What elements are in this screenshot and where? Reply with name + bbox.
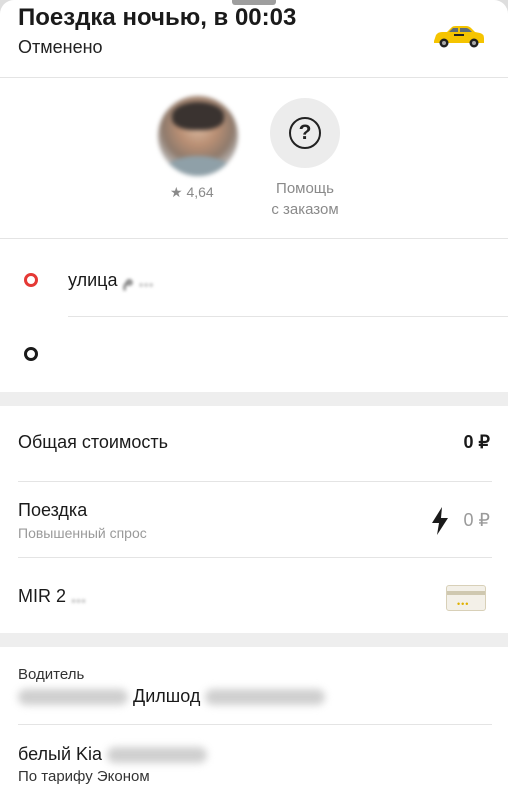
header: Поездка ночью, в 00:03 Отменено <box>0 0 508 78</box>
lightning-icon <box>432 507 448 535</box>
driver-rating: ★ 4,64 <box>170 184 214 201</box>
trip-cost-value: 0 ₽ <box>463 510 490 530</box>
total-cost-value: 0 ₽ <box>463 432 490 452</box>
question-icon: ? <box>289 117 321 149</box>
driver-name: Дилшод <box>18 686 326 707</box>
divider <box>18 557 492 558</box>
rating-value: 4,64 <box>186 184 214 200</box>
star-icon: ★ <box>170 184 183 200</box>
section-gap <box>0 392 508 406</box>
help-with-order-button[interactable]: ? <box>270 98 340 168</box>
divider <box>18 481 492 482</box>
route-origin[interactable]: улица م ... <box>68 270 154 291</box>
destination-dot-icon <box>24 347 38 361</box>
order-status: Отменено <box>18 37 103 57</box>
car-model: белый Kia <box>18 744 208 765</box>
page-title: Поездка ночью, в 00:03 <box>18 4 297 31</box>
surge-pricing-label: Повышенный спрос <box>18 525 147 541</box>
driver-avatar <box>158 96 238 176</box>
card-icon: ••• <box>446 585 486 611</box>
origin-dot-icon <box>24 273 38 287</box>
section-gap <box>0 633 508 647</box>
total-cost-label: Общая стоимость <box>18 432 168 452</box>
trip-label: Поездка <box>18 500 88 520</box>
divider <box>0 238 508 239</box>
taxi-car-icon <box>434 26 484 48</box>
divider <box>68 316 508 317</box>
divider <box>18 724 492 725</box>
order-details-sheet: Поездка ночью, в 00:03 Отменено ★ 4,64 ?… <box>0 0 508 800</box>
help-with-order-label[interactable]: Помощь с заказом <box>240 178 370 220</box>
payment-method[interactable]: MIR 2 ... <box>18 586 86 607</box>
tariff-label: По тарифу Эконом <box>18 768 150 785</box>
driver-heading: Водитель <box>18 666 85 683</box>
